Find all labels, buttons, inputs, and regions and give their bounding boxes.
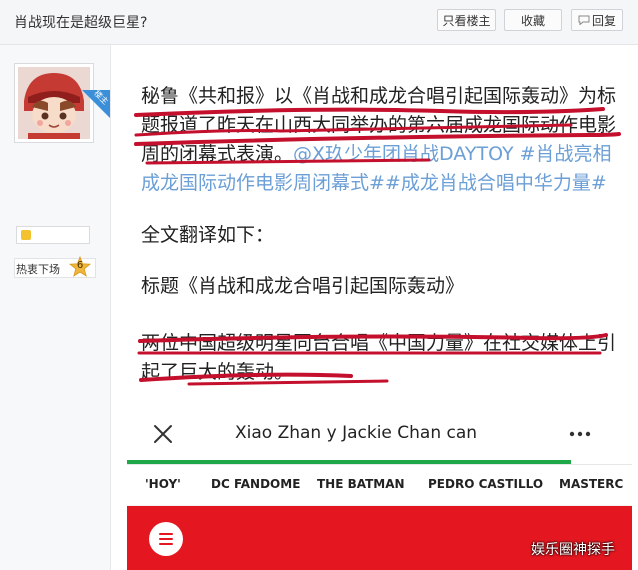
favorite-button[interactable]: 收藏 <box>504 9 562 31</box>
site-header-band <box>127 506 632 570</box>
user-level[interactable]: 热衷下场 6 <box>14 256 96 278</box>
post-paragraph-2: 全文翻译如下： <box>141 224 275 246</box>
avatar-image <box>18 67 90 139</box>
site-nav-row: 'HOY' DC FANDOME THE BATMAN PEDRO CASTIL… <box>127 464 632 505</box>
close-icon[interactable] <box>151 422 175 446</box>
author-sidebar: 楼主 热衷下场 6 <box>0 45 111 570</box>
nav-item-dc-fandome[interactable]: DC FANDOME <box>211 477 300 491</box>
nav-item-the-batman[interactable]: THE BATMAN <box>317 477 405 491</box>
watermark: 娱乐圈神探手 <box>531 539 615 559</box>
reply-icon <box>578 15 590 25</box>
nav-item-masterchef[interactable]: MASTERC <box>559 477 623 491</box>
level-name: 热衷下场 <box>16 263 60 276</box>
post-image: 秘鲁《共和报》以《肖战和成龙合唱引起国际轰动》为标题报道了昨天在山西大同举办的第… <box>111 45 638 570</box>
only-op-button[interactable]: 只看楼主 <box>437 9 496 31</box>
post-paragraph-1: 秘鲁《共和报》以《肖战和成龙合唱引起国际轰动》为标题报道了昨天在山西大同举办的第… <box>141 82 621 198</box>
op-corner-badge: 楼主 <box>82 90 110 118</box>
reply-label: 回复 <box>591 14 616 28</box>
op-corner-label: 楼主 <box>92 90 110 107</box>
thread-title: 肖战现在是超级巨星? <box>14 15 148 31</box>
thread-header: 肖战现在是超级巨星? 只看楼主 收藏 回复 <box>0 0 638 45</box>
reply-button[interactable]: 回复 <box>571 9 623 31</box>
post-paragraph-4: 两位中国超级明星同台合唱《中国力量》在社交媒体上引起了巨大的轰动。 <box>141 332 617 383</box>
level-number: 6 <box>76 260 84 271</box>
member-badge[interactable] <box>16 226 90 244</box>
browser-page-title: Xiao Zhan y Jackie Chan can <box>235 423 478 443</box>
nav-item-hoy[interactable]: 'HOY' <box>145 477 181 491</box>
post-paragraph-3: 标题《肖战和成龙合唱引起国际轰动》 <box>141 275 465 297</box>
badge-icon <box>21 230 31 240</box>
more-icon[interactable] <box>567 424 593 444</box>
watermark-text: 娱乐圈神探手 <box>531 542 615 558</box>
browser-title-bar: Xiao Zhan y Jackie Chan can <box>127 402 632 464</box>
menu-icon[interactable] <box>149 522 183 556</box>
nav-item-pedro-castillo[interactable]: PEDRO CASTILLO <box>428 477 543 491</box>
